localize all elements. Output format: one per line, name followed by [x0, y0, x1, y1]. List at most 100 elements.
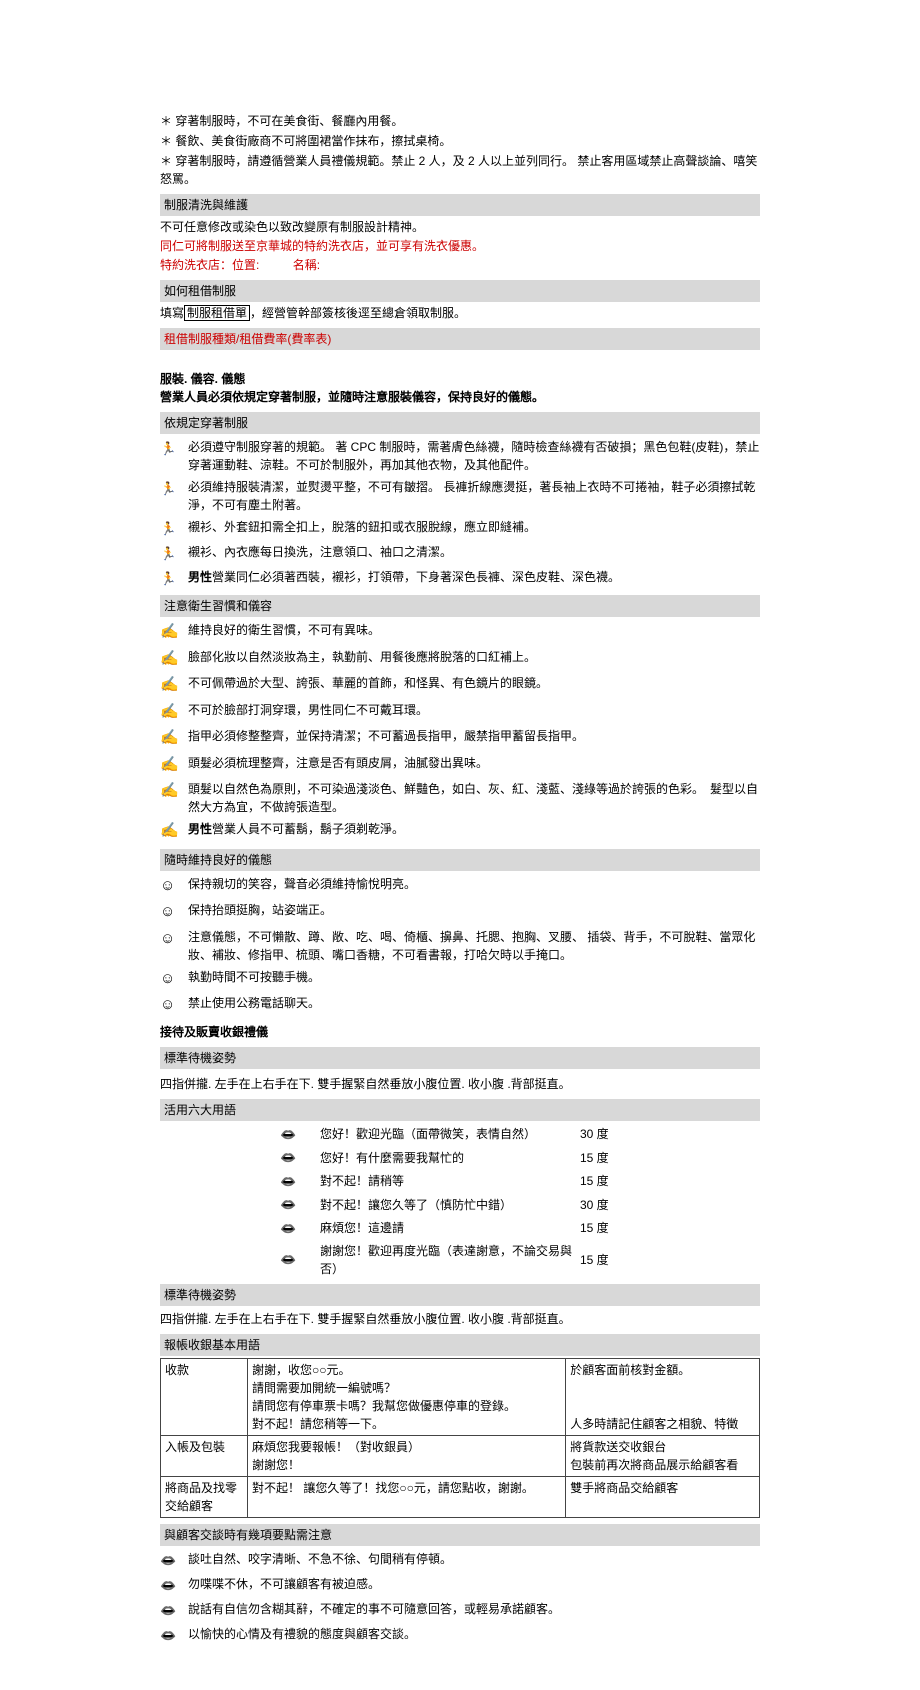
table-cell: 對不起！ 讓您久等了！找您○○元，請您點收，謝謝。	[248, 1477, 566, 1518]
list-item: 襯衫、內衣應每日換洗，注意領口、袖口之清潔。	[160, 543, 760, 564]
smile-icon	[160, 994, 188, 1017]
item-text: 必須遵守制服穿著的規範。 著 CPC 制服時，需著膚色絲襪，隨時檢查絲襪有否破損…	[188, 438, 760, 474]
item-text: 臉部化妝以自然淡妝為主，執勤前、用餐後應將脫落的口紅補上。	[188, 648, 760, 666]
phrase-row: 您好！歡迎光臨（面帶微笑，表情自然）30 度	[280, 1125, 760, 1145]
list-item: 頭髮必須梳理整齊，注意是否有頭皮屑，油膩發出異味。	[160, 754, 760, 777]
list-item: 頭髮以自然色為原則，不可染過淺淡色、鮮豔色，如白、灰、紅、淺藍、淺綠等過於誇張的…	[160, 780, 760, 816]
pen-icon	[160, 674, 188, 697]
phrase-text: 麻煩您！這邊請	[320, 1219, 580, 1237]
item-text: 禁止使用公務電話聊天。	[188, 994, 760, 1012]
section-header-standby: 標準待機姿勢	[160, 1047, 760, 1069]
phrase-row: 對不起！請稍等15 度	[280, 1172, 760, 1192]
pen-icon	[160, 754, 188, 777]
list-item: 必須遵守制服穿著的規範。 著 CPC 制服時，需著膚色絲襪，隨時檢查絲襪有否破損…	[160, 438, 760, 474]
lips-icon	[280, 1148, 320, 1168]
item-text: 說話有自信勿含糊其辭，不確定的事不可隨意回答，或輕易承諾顧客。	[188, 1600, 760, 1618]
list-item: 保持抬頭挺胸，站姿端正。	[160, 901, 760, 924]
phrase-degree: 30 度	[580, 1196, 630, 1214]
table-cell: 麻煩您我要報帳！（對收銀員）謝謝您！	[248, 1436, 566, 1477]
top-rules: ＊ 穿著制服時，不可在美食街、餐廳內用餐。 ＊ 餐飲、美食街廠商不可將圍裙當作抹…	[160, 112, 760, 188]
table-row: 收款謝謝，收您○○元。請問需要加開統一編號嗎？請問您有停車票卡嗎？我幫您做優惠停…	[161, 1359, 760, 1436]
phrase-text: 對不起！請稍等	[320, 1172, 580, 1190]
lips-icon	[280, 1125, 320, 1145]
table-cell: 收款	[161, 1359, 248, 1436]
section-header-manner: 隨時維持良好的儀態	[160, 849, 760, 871]
item-text: 頭髮必須梳理整齊，注意是否有頭皮屑，油膩發出異味。	[188, 754, 760, 772]
service-title: 接待及販賣收銀禮儀	[160, 1023, 760, 1041]
list-item: 男性營業同仁必須著西裝，襯衫，打領帶，下身著深色長褲、深色皮鞋、深色襪。	[160, 568, 760, 589]
item-text: 男性營業人員不可蓄鬍，鬍子須剃乾淨。	[188, 820, 760, 838]
section-header-wash: 制服清洗與維護	[160, 194, 760, 216]
rule-item: ＊ 穿著制服時，不可在美食街、餐廳內用餐。	[160, 112, 760, 130]
label: 特約洗衣店：位置:	[160, 258, 259, 272]
phrase-text: 您好！有什麼需要我幫忙的	[320, 1149, 580, 1167]
section-header-talk: 與顧客交談時有幾項要點需注意	[160, 1524, 760, 1546]
runner-icon	[160, 568, 188, 589]
list-item: 男性營業人員不可蓄鬍，鬍子須剃乾淨。	[160, 820, 760, 843]
list-item: 必須維持服裝清潔，並熨燙平整，不可有皺摺。 長褲折線應燙挺，著長袖上衣時不可捲袖…	[160, 478, 760, 514]
list-item: 維持良好的衛生習慣，不可有異味。	[160, 621, 760, 644]
smile-icon	[160, 968, 188, 991]
standby-text: 四指併攏. 左手在上右手在下. 雙手握緊自然垂放小腹位置. 收小腹 .背部挺直。	[160, 1075, 760, 1093]
standby-text: 四指併攏. 左手在上右手在下. 雙手握緊自然垂放小腹位置. 收小腹 .背部挺直。	[160, 1310, 760, 1328]
list-item: 談吐自然、咬字清晰、不急不徐、句間稍有停頓。	[160, 1550, 760, 1571]
lips-icon	[280, 1219, 320, 1239]
table-row: 入帳及包裝麻煩您我要報帳！（對收銀員）謝謝您！將貨款送交收銀台包裝前再次將商品展…	[161, 1436, 760, 1477]
pen-icon	[160, 780, 188, 803]
section-header-standby2: 標準待機姿勢	[160, 1284, 760, 1306]
item-text: 勿喋喋不休，不可讓顧客有被迫感。	[188, 1575, 760, 1593]
item-text: 襯衫、外套鈕扣需全扣上，脫落的鈕扣或衣服脫線，應立即縫補。	[188, 518, 760, 536]
phrase-row: 您好！有什麼需要我幫忙的15 度	[280, 1148, 760, 1168]
smile-icon	[160, 901, 188, 924]
runner-icon	[160, 543, 188, 564]
table-cell: 將商品及找零交給顧客	[161, 1477, 248, 1518]
item-text: 指甲必須修整整齊，並保持清潔；不可蓄過長指甲，嚴禁指甲蓄留長指甲。	[188, 727, 760, 745]
lips-icon	[160, 1625, 188, 1646]
pen-icon	[160, 727, 188, 750]
phrase-degree: 30 度	[580, 1125, 630, 1143]
item-text: 必須維持服裝清潔，並熨燙平整，不可有皺摺。 長褲折線應燙挺，著長袖上衣時不可捲袖…	[188, 478, 760, 514]
cashier-table: 收款謝謝，收您○○元。請問需要加開統一編號嗎？請問您有停車票卡嗎？我幫您做優惠停…	[160, 1358, 760, 1518]
section-header-rentfee: 租借制服種類/租借費率(費率表)	[160, 328, 760, 350]
table-cell: 謝謝，收您○○元。請問需要加開統一編號嗎？請問您有停車票卡嗎？我幫您做優惠停車的…	[248, 1359, 566, 1436]
item-text: 保持抬頭挺胸，站姿端正。	[188, 901, 760, 919]
rule-item: ＊ 餐飲、美食街廠商不可將圍裙當作抹布，擦拭桌椅。	[160, 132, 760, 150]
lips-icon	[160, 1600, 188, 1621]
list-item: 不可佩帶過於大型、誇張、華麗的首飾，和怪異、有色鏡片的眼鏡。	[160, 674, 760, 697]
phrase-degree: 15 度	[580, 1251, 630, 1269]
phrase-table: 您好！歡迎光臨（面帶微笑，表情自然）30 度您好！有什麼需要我幫忙的15 度對不…	[280, 1125, 760, 1279]
dress-subtitle: 營業人員必須依規定穿著制服，並隨時注意服裝儀容，保持良好的儀態。	[160, 388, 760, 406]
smile-icon	[160, 928, 188, 951]
list-item: 指甲必須修整整齊，並保持清潔；不可蓄過長指甲，嚴禁指甲蓄留長指甲。	[160, 727, 760, 750]
list-item: 不可於臉部打洞穿環，男性同仁不可戴耳環。	[160, 701, 760, 724]
talk-list: 談吐自然、咬字清晰、不急不徐、句間稍有停頓。勿喋喋不休，不可讓顧客有被迫感。說話…	[160, 1550, 760, 1646]
phrase-row: 對不起！讓您久等了（慎防忙中錯）30 度	[280, 1195, 760, 1215]
section-header-hygiene: 注意衛生習慣和儀容	[160, 595, 760, 617]
section-header-rent: 如何租借制服	[160, 280, 760, 302]
list-item: 以愉快的心情及有禮貌的態度與顧客交談。	[160, 1625, 760, 1646]
lips-icon	[160, 1550, 188, 1571]
item-text: 注意儀態，不可懶散、蹲、敞、吃、喝、倚櫃、擤鼻、托腮、抱胸、叉腰、 插袋、背手，…	[188, 928, 760, 964]
list-item: 臉部化妝以自然淡妝為主，執勤前、用餐後應將脫落的口紅補上。	[160, 648, 760, 671]
phrase-text: 謝謝您！歡迎再度光臨（表達謝意，不論交易與否）	[320, 1242, 580, 1278]
list-item: 注意儀態，不可懶散、蹲、敞、吃、喝、倚櫃、擤鼻、托腮、抱胸、叉腰、 插袋、背手，…	[160, 928, 760, 964]
section-header-uniform: 依規定穿著制服	[160, 412, 760, 434]
manner-list: 保持親切的笑容，聲音必須維持愉悅明亮。保持抬頭挺胸，站姿端正。注意儀態，不可懶散…	[160, 875, 760, 1017]
item-text: 不可佩帶過於大型、誇張、華麗的首飾，和怪異、有色鏡片的眼鏡。	[188, 674, 760, 692]
pen-icon	[160, 648, 188, 671]
list-item: 禁止使用公務電話聊天。	[160, 994, 760, 1017]
wash-line-red: 同仁可將制服送至京華城的特約洗衣店，並可享有洗衣優惠。	[160, 237, 760, 255]
phrase-degree: 15 度	[580, 1172, 630, 1190]
rule-item: ＊ 穿著制服時，請遵循營業人員禮儀規範。禁止 2 人，及 2 人以上並列同行。 …	[160, 152, 760, 188]
item-text: 不可於臉部打洞穿環，男性同仁不可戴耳環。	[188, 701, 760, 719]
list-item: 執勤時間不可按聽手機。	[160, 968, 760, 991]
phrase-degree: 15 度	[580, 1219, 630, 1237]
list-item: 說話有自信勿含糊其辭，不確定的事不可隨意回答，或輕易承諾顧客。	[160, 1600, 760, 1621]
table-cell: 於顧客面前核對金額。人多時請記住顧客之相貌、特徵	[566, 1359, 760, 1436]
phrase-degree: 15 度	[580, 1149, 630, 1167]
item-text: 男性營業同仁必須著西裝，襯衫，打領帶，下身著深色長褲、深色皮鞋、深色襪。	[188, 568, 760, 586]
lips-icon	[280, 1250, 320, 1270]
text: 填寫	[160, 306, 184, 320]
list-item: 勿喋喋不休，不可讓顧客有被迫感。	[160, 1575, 760, 1596]
uniform-list: 必須遵守制服穿著的規範。 著 CPC 制服時，需著膚色絲襪，隨時檢查絲襪有否破損…	[160, 438, 760, 589]
